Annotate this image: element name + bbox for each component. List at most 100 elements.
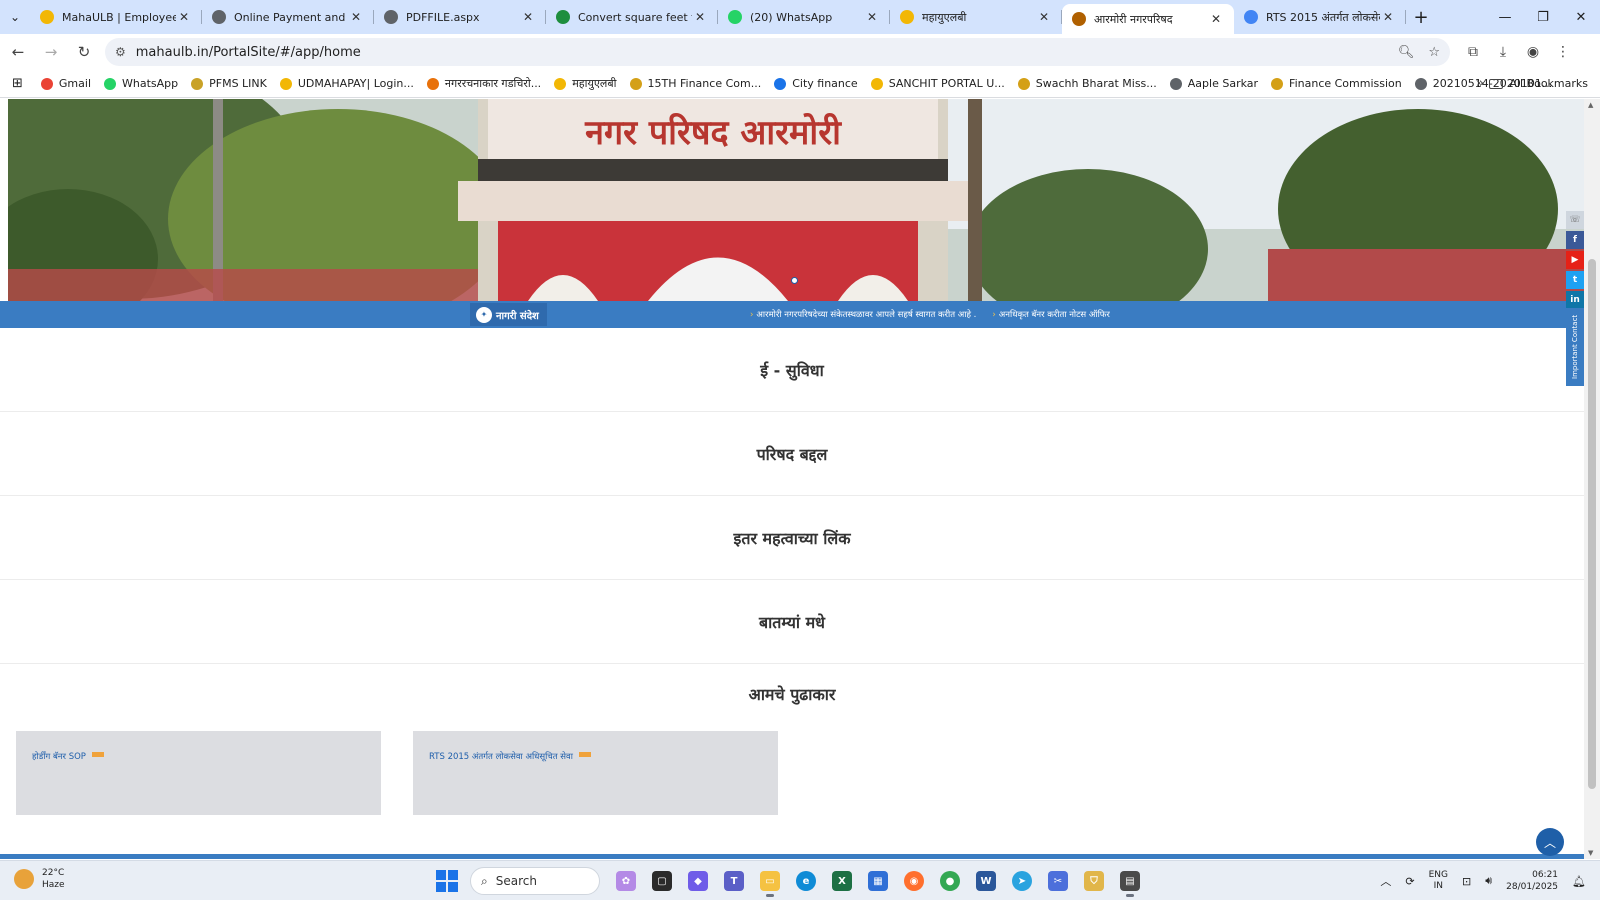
browser-tab[interactable]: (20) WhatsApp ✕ <box>718 0 890 34</box>
slider-dot[interactable] <box>791 277 798 284</box>
snipping-tool-icon[interactable]: ✂ <box>1040 865 1076 897</box>
forward-arrow-icon[interactable]: → <box>36 37 66 67</box>
browser-tab[interactable]: PDFFILE.aspx ✕ <box>374 0 546 34</box>
bookmark-item[interactable]: Gmail <box>40 77 91 90</box>
page-scrollbar[interactable]: ▲ ▼ <box>1584 99 1600 859</box>
notification-bell-icon[interactable]: 🔔︎ <box>1572 875 1586 888</box>
tab-close-icon[interactable]: ✕ <box>1208 12 1224 26</box>
search-highlight-icon[interactable]: ✿ <box>608 865 644 897</box>
task-view-icon[interactable]: ▢ <box>644 865 680 897</box>
bookmark-item[interactable]: महायुएलबी <box>554 76 617 91</box>
bookmark-item[interactable]: PFMS LINK <box>191 77 267 90</box>
browser-tab[interactable]: Online Payment and Cou✕ <box>202 0 374 34</box>
youtube-icon[interactable]: ▶ <box>1566 251 1584 269</box>
section-e-suvidha[interactable]: ई - सुविधा <box>0 328 1584 412</box>
bookmark-item[interactable]: 15TH Finance Com... <box>629 77 761 90</box>
twitter-icon[interactable]: t <box>1566 271 1584 289</box>
tab-search-chevron-icon[interactable]: ⌄ <box>0 0 30 34</box>
address-bar[interactable]: ⚙ mahaulb.in/PortalSite/#/app/home 🔍︎ ☆ <box>105 38 1450 66</box>
ticker-item[interactable]: › अनधिकृत बॅनर करीता नोटस ऑफिर <box>992 309 1117 320</box>
menu-kebab-icon[interactable]: ⋮ <box>1548 37 1578 67</box>
hero-sign-text: नगर परिषद आरमोरी <box>584 112 842 153</box>
tab-close-icon[interactable]: ✕ <box>864 10 880 24</box>
bookmark-item[interactable]: WhatsApp <box>104 77 178 90</box>
browser-tab[interactable]: RTS 2015 अंतर्गत लोकसेवा ✕ <box>1234 0 1406 34</box>
network-icon[interactable]: ⊡ <box>1462 875 1471 888</box>
bookmark-item[interactable]: नगररचनाकार गडचिरो... <box>426 76 541 91</box>
zoom-icon[interactable]: 🔍︎ <box>1398 45 1415 60</box>
close-window-icon[interactable]: ✕ <box>1562 0 1600 34</box>
extensions-icon[interactable]: ⧉ <box>1458 37 1488 67</box>
firefox-icon[interactable]: ◉ <box>896 865 932 897</box>
browser-tab[interactable]: Convert square feet to sq✕ <box>546 0 718 34</box>
copilot-icon[interactable]: ◆ <box>680 865 716 897</box>
tab-close-icon[interactable]: ✕ <box>520 10 536 24</box>
time: 06:21 <box>1532 870 1559 880</box>
more-bookmarks-chevron-icon[interactable]: » <box>1476 76 1484 91</box>
sync-icon[interactable]: ⟳ <box>1405 875 1414 888</box>
apps-grid-icon[interactable]: ⊞ <box>12 76 23 91</box>
telegram-icon[interactable]: ➤ <box>1004 865 1040 897</box>
bookmark-item[interactable]: UDMAHAPAY| Login... <box>279 77 414 90</box>
word-icon[interactable]: W <box>968 865 1004 897</box>
tab-close-icon[interactable]: ✕ <box>1380 10 1396 24</box>
back-to-top-icon[interactable]: ︿ <box>1536 828 1564 856</box>
facebook-icon[interactable]: f <box>1566 231 1584 249</box>
tab-title: महायुएलबी <box>922 10 967 24</box>
scrollbar-thumb[interactable] <box>1588 259 1596 789</box>
tab-favicon-icon <box>384 10 398 24</box>
bookmark-item[interactable]: SANCHIT PORTAL U... <box>870 77 1005 90</box>
all-bookmarks-button[interactable]: All Bookmarks <box>1489 77 1588 90</box>
linkedin-icon[interactable]: in <box>1566 291 1584 309</box>
browser-tab[interactable]: आरमोरी नगरपरिषद ✕ <box>1062 4 1234 34</box>
browser-tab[interactable]: महायुएलबी ✕ <box>890 0 1062 34</box>
bookmark-item[interactable]: Aaple Sarkar <box>1169 77 1258 90</box>
bookmark-favicon-icon <box>40 77 53 90</box>
site-info-icon[interactable]: ⚙ <box>115 45 126 59</box>
section-about-council[interactable]: परिषद बद्दल <box>0 412 1584 496</box>
new-tab-plus-icon[interactable]: + <box>1406 7 1436 28</box>
tab-close-icon[interactable]: ✕ <box>692 10 708 24</box>
profile-icon[interactable]: ◉ <box>1518 37 1548 67</box>
store-icon[interactable]: ▦ <box>860 865 896 897</box>
language-indicator[interactable]: ENG IN <box>1429 870 1448 892</box>
bookmark-item[interactable]: Finance Commission <box>1271 77 1402 90</box>
back-arrow-icon[interactable]: ← <box>3 37 33 67</box>
initiative-link[interactable]: होर्डींग बॅनर SOP <box>32 752 86 762</box>
tray-chevron-up-icon[interactable]: ︿ <box>1380 873 1391 889</box>
new-badge-icon <box>91 752 104 757</box>
teams-icon[interactable]: T <box>716 865 752 897</box>
ticker-item[interactable]: › आरमोरी नगरपरिषदेच्या संकेतस्थळावर आपले … <box>750 309 984 320</box>
tab-close-icon[interactable]: ✕ <box>348 10 364 24</box>
volume-icon[interactable]: 🔊︎ <box>1485 874 1492 888</box>
section-initiatives: आमचे पुढाकार <box>748 685 836 704</box>
excel-icon[interactable]: X <box>824 865 860 897</box>
initiative-link[interactable]: RTS 2015 अंतर्गत लोकसेवा अधिसूचित सेवा <box>429 752 573 762</box>
edge-icon[interactable]: e <box>788 865 824 897</box>
scroll-down-icon[interactable]: ▼ <box>1588 849 1593 857</box>
security-shield-icon[interactable]: ⛉ <box>1076 865 1112 897</box>
bookmark-item[interactable]: City finance <box>774 77 858 90</box>
section-important-links[interactable]: इतर महत्वाच्या लिंक <box>0 496 1584 580</box>
phone-icon[interactable]: ☏ <box>1566 211 1584 229</box>
file-explorer-icon[interactable]: ▭ <box>752 865 788 897</box>
restore-icon[interactable]: ❐ <box>1524 0 1562 34</box>
chrome-icon[interactable]: ● <box>932 865 968 897</box>
tab-close-icon[interactable]: ✕ <box>176 10 192 24</box>
browser-tab[interactable]: MahaULB | Employee Mo✕ <box>30 0 202 34</box>
bookmark-star-icon[interactable]: ☆ <box>1428 45 1440 60</box>
url-text[interactable]: mahaulb.in/PortalSite/#/app/home <box>136 45 1384 60</box>
weather-widget[interactable]: 22°C Haze <box>14 867 65 891</box>
section-news[interactable]: बातम्यां मधे <box>0 580 1584 664</box>
calculator-icon[interactable]: ▤ <box>1112 865 1148 897</box>
megaphone-icon: ✦ <box>476 306 492 323</box>
download-icon[interactable]: ⤓ <box>1488 37 1518 67</box>
reload-icon[interactable]: ↻ <box>69 37 99 67</box>
bookmark-item[interactable]: Swachh Bharat Miss... <box>1017 77 1157 90</box>
scroll-up-icon[interactable]: ▲ <box>1588 101 1593 109</box>
minimize-icon[interactable]: — <box>1486 0 1524 34</box>
tab-close-icon[interactable]: ✕ <box>1036 10 1052 24</box>
windows-start-icon[interactable] <box>436 870 458 892</box>
clock[interactable]: 06:21 28/01/2025 <box>1506 869 1558 893</box>
taskbar-search[interactable]: ⌕ Search <box>470 867 600 895</box>
